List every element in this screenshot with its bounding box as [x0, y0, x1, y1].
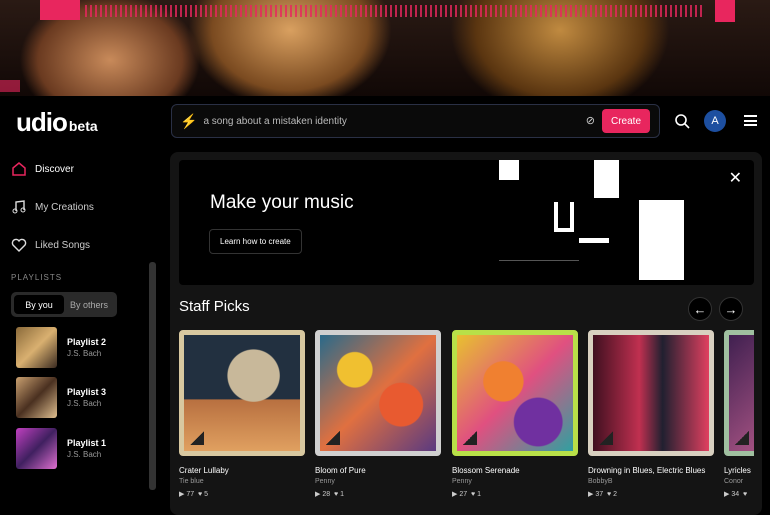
create-button[interactable]: Create	[602, 109, 650, 133]
sidebar-item-discover[interactable]: Discover	[11, 161, 74, 177]
play-count: 37	[595, 491, 604, 498]
song-title[interactable]: Drowning in Blues, Electric Blues	[588, 466, 714, 475]
playlist-filter: By you By others	[11, 292, 117, 317]
song-card[interactable]: Blossom Serenade Penny ▶ 27 ♥ 1	[452, 330, 578, 498]
playlists-header: PLAYLISTS	[11, 273, 63, 282]
banner: Make your music Learn how to create ✕	[179, 160, 754, 285]
play-count: 27	[459, 491, 468, 498]
prompt-input[interactable]: a song about a mistaken identity	[203, 116, 346, 127]
sidebar: udio beta Discover My Creations Liked Son…	[0, 97, 160, 515]
song-title[interactable]: Crater Lullaby	[179, 466, 305, 475]
song-stats: ▶ 37 ♥ 2	[588, 490, 714, 498]
menu-icon[interactable]	[744, 115, 757, 126]
song-cover[interactable]	[724, 330, 754, 456]
staff-picks-title: Staff Picks	[179, 298, 250, 315]
song-artist[interactable]: Penny	[315, 478, 441, 485]
playlist-thumbnail	[16, 377, 57, 418]
sidebar-item-liked-songs[interactable]: Liked Songs	[11, 237, 90, 253]
playlist-item[interactable]: Playlist 2 J.S. Bach	[16, 327, 106, 368]
close-icon[interactable]: ✕	[729, 168, 742, 188]
song-stats: ▶ 77 ♥ 5	[179, 490, 305, 498]
song-cover[interactable]	[452, 330, 578, 456]
play-count: 34	[731, 491, 740, 498]
like-count: 2	[613, 491, 618, 498]
sidebar-item-my-creations[interactable]: My Creations	[11, 199, 94, 215]
arrow-left-icon[interactable]: ←	[688, 297, 712, 321]
song-card[interactable]: Lyricles Conor ▶ 34 ♥	[724, 330, 754, 498]
tab-by-others[interactable]: By others	[64, 295, 114, 314]
like-count: 1	[340, 491, 345, 498]
song-artist[interactable]: BobbyB	[588, 478, 714, 485]
like-count: 1	[477, 491, 482, 498]
song-artist[interactable]: Tie blue	[179, 478, 305, 485]
like-count: 5	[204, 491, 209, 498]
song-stats: ▶ 27 ♥ 1	[452, 490, 578, 498]
song-stats: ▶ 28 ♥ 1	[315, 490, 441, 498]
arrow-right-icon[interactable]: →	[719, 297, 743, 321]
lightning-icon: ⚡	[180, 112, 198, 129]
avatar[interactable]: A	[704, 110, 726, 132]
hero-image	[0, 0, 770, 96]
playlist-item[interactable]: Playlist 1 J.S. Bach	[16, 428, 106, 469]
banner-graphic	[499, 160, 729, 285]
song-cover[interactable]	[179, 330, 305, 456]
playlist-item[interactable]: Playlist 3 J.S. Bach	[16, 377, 106, 418]
sidebar-scrollbar[interactable]	[149, 262, 156, 490]
song-title[interactable]: Lyricles	[724, 466, 754, 475]
sidebar-item-label: Liked Songs	[35, 239, 91, 251]
learn-button[interactable]: Learn how to create	[209, 229, 302, 254]
song-title[interactable]: Bloom of Pure	[315, 466, 441, 475]
udio-logo[interactable]: udio beta	[16, 107, 98, 138]
heart-icon: ♥	[743, 491, 748, 498]
song-artist[interactable]: Conor	[724, 478, 754, 485]
sidebar-item-label: My Creations	[35, 201, 94, 213]
song-artist[interactable]: Penny	[452, 478, 578, 485]
song-cover[interactable]	[588, 330, 714, 456]
search-icon[interactable]	[675, 114, 690, 129]
lock-icon[interactable]: ⊘	[586, 114, 595, 127]
tab-by-you[interactable]: By you	[14, 295, 64, 314]
search-bar[interactable]: ⚡ a song about a mistaken identity ⊘ Cre…	[171, 104, 660, 138]
song-card[interactable]: Crater Lullaby Tie blue ▶ 77 ♥ 5	[179, 330, 305, 498]
song-cover[interactable]	[315, 330, 441, 456]
song-card[interactable]: Drowning in Blues, Electric Blues BobbyB…	[588, 330, 714, 498]
home-icon	[12, 162, 26, 176]
playlist-thumbnail	[16, 428, 57, 469]
playlist-thumbnail	[16, 327, 57, 368]
play-count: 28	[322, 491, 331, 498]
heart-icon	[11, 238, 27, 252]
song-title[interactable]: Blossom Serenade	[452, 466, 578, 475]
song-card[interactable]: Bloom of Pure Penny ▶ 28 ♥ 1	[315, 330, 441, 498]
sidebar-item-label: Discover	[35, 163, 74, 175]
play-count: 77	[186, 491, 195, 498]
song-stats: ▶ 34 ♥	[724, 490, 754, 498]
banner-title: Make your music	[210, 192, 354, 213]
music-note-icon	[12, 200, 26, 214]
